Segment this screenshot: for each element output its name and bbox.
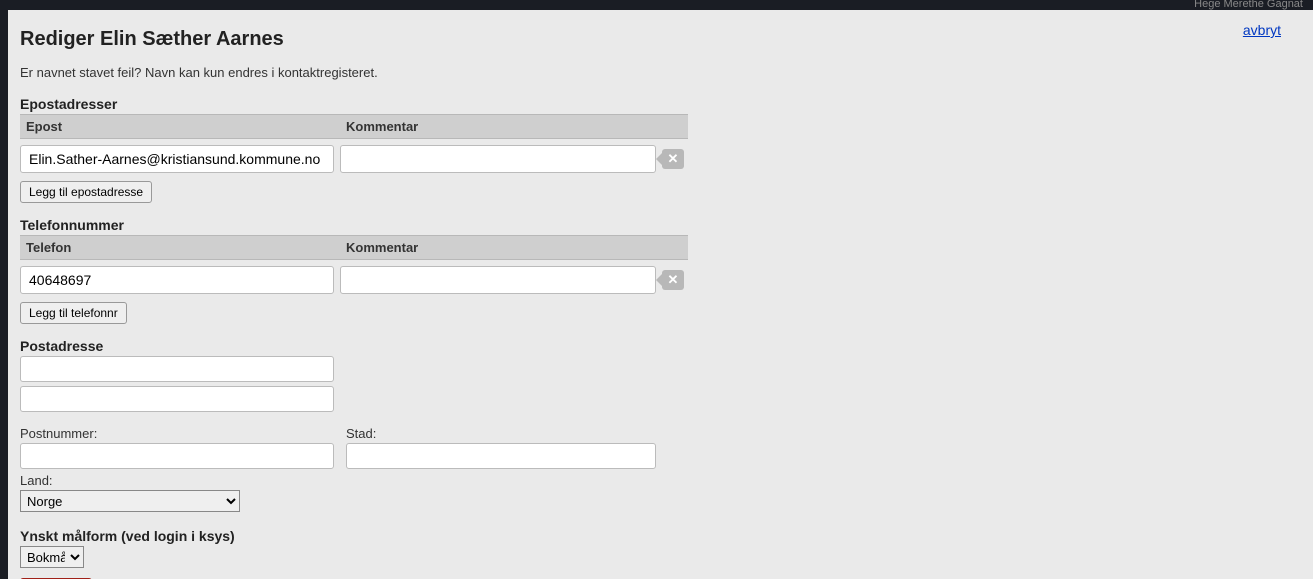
phone-row: ✕ bbox=[20, 260, 710, 300]
postcode-label: Postnummer: bbox=[20, 426, 340, 441]
email-row: ✕ bbox=[20, 139, 710, 179]
name-edit-hint: Er navnet stavet feil? Navn kan kun endr… bbox=[20, 65, 1293, 80]
delete-phone-button[interactable]: ✕ bbox=[662, 270, 684, 290]
add-phone-button[interactable]: Legg til telefonnr bbox=[20, 302, 127, 324]
topbar-username: Hege Merethe Gagnat bbox=[1194, 0, 1303, 10]
phones-col-phone: Telefon bbox=[20, 236, 340, 259]
cancel-link[interactable]: avbryt bbox=[1243, 22, 1281, 38]
email-input[interactable] bbox=[20, 145, 334, 173]
language-section-title: Ynskt målform (ved login i ksys) bbox=[20, 528, 1293, 544]
emails-col-email: Epost bbox=[20, 115, 340, 138]
address-line1-input[interactable] bbox=[20, 356, 334, 382]
close-icon: ✕ bbox=[668, 151, 679, 167]
postal-section-title: Postadresse bbox=[20, 338, 1293, 354]
postcode-input[interactable] bbox=[20, 443, 334, 469]
add-email-button[interactable]: Legg til epostadresse bbox=[20, 181, 152, 203]
phones-table-header: Telefon Kommentar bbox=[20, 235, 688, 260]
city-label: Stad: bbox=[346, 426, 666, 441]
emails-table-header: Epost Kommentar bbox=[20, 114, 688, 139]
emails-col-comment: Kommentar bbox=[340, 115, 660, 138]
close-icon: ✕ bbox=[668, 272, 679, 288]
country-select[interactable]: Norge bbox=[20, 490, 240, 512]
delete-email-button[interactable]: ✕ bbox=[662, 149, 684, 169]
address-line2-input[interactable] bbox=[20, 386, 334, 412]
emails-section-title: Epostadresser bbox=[20, 96, 1293, 112]
email-comment-input[interactable] bbox=[340, 145, 656, 173]
edit-contact-panel: avbryt Rediger Elin Sæther Aarnes Er nav… bbox=[8, 10, 1313, 579]
country-label: Land: bbox=[20, 473, 1293, 488]
phone-comment-input[interactable] bbox=[340, 266, 656, 294]
page-title: Rediger Elin Sæther Aarnes bbox=[20, 28, 1293, 51]
city-input[interactable] bbox=[346, 443, 656, 469]
phones-section-title: Telefonnummer bbox=[20, 217, 1293, 233]
phone-input[interactable] bbox=[20, 266, 334, 294]
phones-col-comment: Kommentar bbox=[340, 236, 660, 259]
language-select[interactable]: Bokmål bbox=[20, 546, 84, 568]
